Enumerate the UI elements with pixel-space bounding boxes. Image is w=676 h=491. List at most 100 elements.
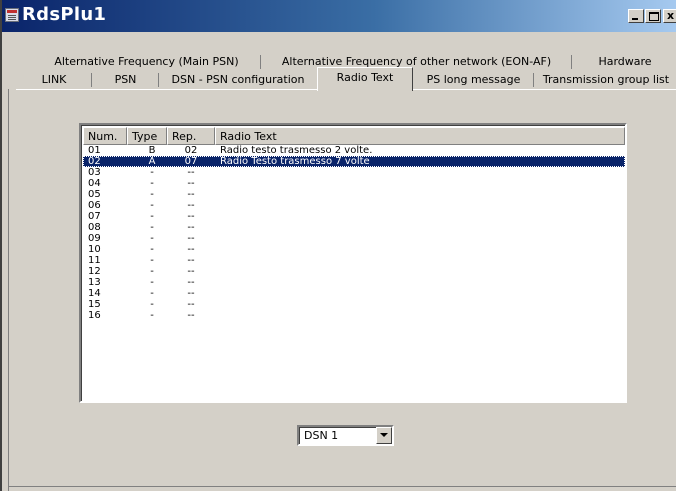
cell-num: 16 — [88, 310, 101, 321]
cell-type: - — [150, 310, 154, 321]
table-row[interactable]: 02 A 07 Radio Testo trasmesso 7 volte — [83, 156, 625, 167]
radio-text-list[interactable]: Num. Type Rep. Radio Text 01 B 02 Radio tes… — [79, 123, 627, 403]
column-header-radio-text[interactable]: Radio Text — [215, 127, 625, 145]
table-row[interactable]: 14- -- — [83, 288, 625, 299]
minimize-icon — [632, 18, 638, 20]
cell-num: 01 — [88, 145, 101, 156]
cell-type: - — [150, 211, 154, 222]
chevron-down-icon — [380, 433, 388, 437]
panel-border-left — [8, 89, 9, 491]
table-row[interactable]: 07- -- — [83, 211, 625, 222]
tab-label: PS long message — [426, 73, 521, 86]
cell-num: 15 — [88, 299, 101, 310]
tab-label: Radio Text — [336, 71, 394, 84]
table-row[interactable]: 12- -- — [83, 266, 625, 277]
cell-rep: -- — [187, 288, 195, 299]
cell-rep: -- — [187, 222, 195, 233]
dsn-select-value: DSN 1 — [304, 429, 339, 442]
cell-num: 09 — [88, 233, 101, 244]
tab-label: Alternative Frequency (Main PSN) — [54, 55, 239, 68]
cell-rep: -- — [187, 266, 195, 277]
tab-alternative-frequency-main-psn[interactable]: Alternative Frequency (Main PSN) — [32, 53, 261, 71]
close-icon: x — [666, 9, 675, 22]
table-row[interactable]: 11- -- — [83, 255, 625, 266]
title-bar[interactable]: RdsPlu1 x — [2, 0, 676, 32]
cell-num: 04 — [88, 178, 101, 189]
close-button[interactable]: x — [663, 9, 676, 23]
cell-rep: -- — [187, 233, 195, 244]
maximize-button[interactable] — [645, 9, 661, 23]
cell-type: - — [150, 222, 154, 233]
tab-ps-long-message[interactable]: PS long message — [413, 71, 534, 89]
table-row[interactable]: 01 B 02 Radio testo trasmesso 2 volte. — [83, 145, 625, 156]
list-header: Num. Type Rep. Radio Text — [83, 127, 625, 145]
tab-hardware[interactable]: Hardware — [572, 53, 676, 71]
window-title: RdsPlu1 — [22, 4, 107, 25]
table-row[interactable]: 13- -- — [83, 277, 625, 288]
table-row[interactable]: 16- -- — [83, 310, 625, 321]
cell-type: - — [150, 244, 154, 255]
maximize-icon — [649, 12, 659, 21]
cell-type: - — [150, 288, 154, 299]
table-row[interactable]: 05- -- — [83, 189, 625, 200]
cell-type: B — [148, 145, 156, 156]
cell-type: - — [150, 299, 154, 310]
cell-rep: 02 — [184, 145, 198, 156]
cell-type: - — [150, 266, 154, 277]
cell-num: 08 — [88, 222, 101, 233]
cell-num: 11 — [88, 255, 101, 266]
table-row[interactable]: 03- -- — [83, 167, 625, 178]
cell-type: A — [148, 156, 156, 167]
cell-type: - — [150, 277, 154, 288]
cell-num: 12 — [88, 266, 101, 277]
cell-rep: -- — [187, 167, 195, 178]
tab-dsn-psn-configuration[interactable]: DSN - PSN configuration — [159, 71, 317, 89]
cell-radio-text: Radio Testo trasmesso 7 volte — [220, 156, 370, 167]
cell-type: - — [150, 255, 154, 266]
cell-rep: -- — [187, 277, 195, 288]
cell-num: 05 — [88, 189, 101, 200]
tab-label: Transmission group list — [542, 73, 670, 86]
cell-rep: -- — [187, 178, 195, 189]
cell-rep: -- — [187, 211, 195, 222]
table-row[interactable]: 15- -- — [83, 299, 625, 310]
dsn-select-dropdown-button[interactable] — [376, 427, 392, 444]
cell-rep: 07 — [184, 156, 198, 167]
tab-transmission-group-list[interactable]: Transmission group list — [534, 71, 676, 89]
table-row[interactable]: 06- -- — [83, 200, 625, 211]
cell-num: 13 — [88, 277, 101, 288]
tab-psn[interactable]: PSN — [92, 71, 159, 89]
cell-rep: -- — [187, 189, 195, 200]
tab-label: PSN — [114, 73, 137, 86]
cell-num: 03 — [88, 167, 101, 178]
column-header-type[interactable]: Type — [127, 127, 167, 145]
cell-type: - — [150, 167, 154, 178]
cell-type: - — [150, 178, 154, 189]
cell-type: - — [150, 189, 154, 200]
table-row[interactable]: 10- -- — [83, 244, 625, 255]
tab-alternative-frequency-eon-af[interactable]: Alternative Frequency of other network (… — [261, 53, 572, 71]
cell-rep: -- — [187, 299, 195, 310]
app-window-icon[interactable] — [5, 8, 19, 22]
tab-radio-text[interactable]: Radio Text — [317, 67, 413, 91]
cell-num: 14 — [88, 288, 101, 299]
minimize-button[interactable] — [628, 9, 644, 23]
cell-type: - — [150, 233, 154, 244]
cell-num: 02 — [88, 156, 101, 167]
cell-rep: -- — [187, 244, 195, 255]
column-header-num[interactable]: Num. — [83, 127, 127, 145]
table-row[interactable]: 04- -- — [83, 178, 625, 189]
cell-radio-text: Radio testo trasmesso 2 volte. — [220, 145, 373, 156]
cell-rep: -- — [187, 200, 195, 211]
panel-border-bottom — [8, 486, 676, 487]
tab-link[interactable]: LINK — [16, 71, 92, 89]
cell-rep: -- — [187, 255, 195, 266]
tab-label: Hardware — [598, 55, 652, 68]
table-row[interactable]: 08- -- — [83, 222, 625, 233]
column-header-rep[interactable]: Rep. — [167, 127, 215, 145]
tab-label: LINK — [41, 73, 67, 86]
cell-num: 07 — [88, 211, 101, 222]
table-row[interactable]: 09- -- — [83, 233, 625, 244]
dsn-select[interactable]: DSN 1 — [297, 425, 394, 446]
app-window: RdsPlu1 x Alternative Frequency (Main PS… — [0, 0, 676, 491]
